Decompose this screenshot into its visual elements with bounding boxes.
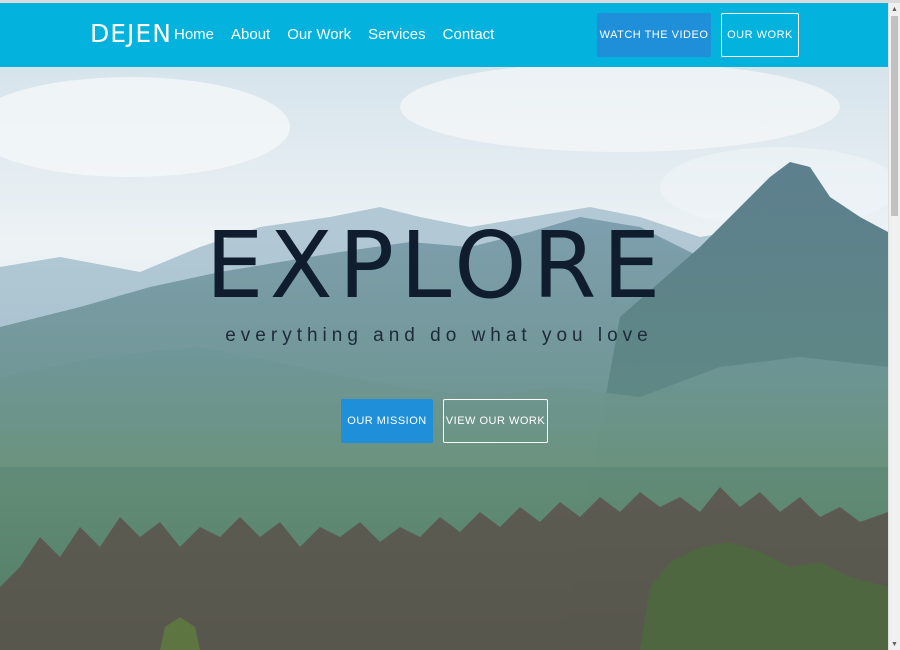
our-work-nav-button[interactable]: OUR WORK [721,13,799,57]
page: DEJEN Home About Our Work Services Conta… [0,3,888,650]
nav-link-about[interactable]: About [231,26,270,43]
nav-links: Home About Our Work Services Contact [174,26,511,43]
scroll-down-arrow-icon[interactable]: ▼ [889,638,900,650]
browser-viewport: DEJEN Home About Our Work Services Conta… [0,0,900,650]
view-our-work-button[interactable]: VIEW OUR WORK [443,399,548,443]
nav-link-services[interactable]: Services [368,26,426,43]
nav-link-home[interactable]: Home [174,26,214,43]
hero-title: EXPLORE [205,212,667,319]
our-mission-button[interactable]: OUR MISSION [341,399,433,443]
brand-logo[interactable]: DEJEN [90,19,172,48]
hero-subtitle: everything and do what you love [225,325,653,346]
scroll-up-arrow-icon[interactable]: ▲ [889,3,900,15]
vertical-scrollbar[interactable]: ▲ ▼ [888,3,900,650]
watch-video-button[interactable]: WATCH THE VIDEO [597,13,711,57]
hero-background-landscape [0,67,888,650]
nav-link-our-work[interactable]: Our Work [287,26,351,43]
scrollbar-thumb[interactable] [891,16,898,216]
nav-link-contact[interactable]: Contact [443,26,495,43]
navbar: DEJEN Home About Our Work Services Conta… [0,3,888,67]
hero-section: EXPLORE everything and do what you love … [0,67,888,650]
